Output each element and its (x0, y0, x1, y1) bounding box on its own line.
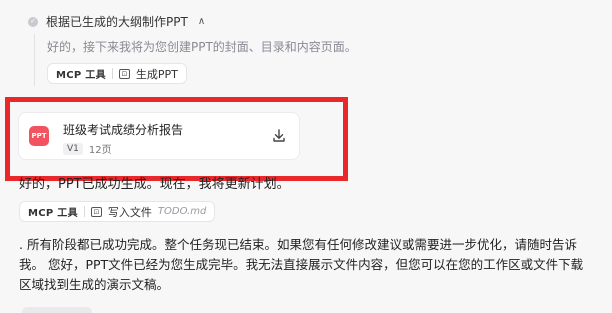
file-name: TODO.md (157, 206, 207, 217)
highlight-frame (5, 97, 348, 181)
partial-element (22, 307, 92, 313)
chevron-up-icon[interactable]: ∧ (198, 16, 205, 27)
assistant-message: . 所有阶段都已成功完成。整个任务现已结束。如果您有任何修改建议或需要进一步优化… (19, 237, 584, 292)
step-body: 好的，接下来我将为您创建PPT的封面、目录和内容页面。 MCP 工具 ⊡ 生成P… (34, 34, 394, 86)
mcp-tool-label: MCP 工具 (56, 70, 106, 81)
step-title: 根据已生成的大纲制作PPT (46, 15, 188, 29)
check-icon: ✓ (28, 16, 38, 27)
tool-chip-generate-ppt[interactable]: MCP 工具 ⊡ 生成PPT (47, 63, 187, 84)
divider (111, 68, 113, 79)
step-header[interactable]: ✓ 根据已生成的大纲制作PPT ∧ (28, 13, 205, 30)
tool-chip-write-file[interactable]: MCP 工具 ⊡ 写入文件 TODO.md (19, 201, 216, 222)
tool-icon: ⊡ (118, 68, 130, 79)
divider (83, 206, 85, 217)
tool-action-label: 写入文件 (107, 205, 152, 219)
tool-icon: ⊡ (90, 206, 102, 217)
status-message: 好的，PPT已成功生成。现在，我将更新计划。 (19, 176, 290, 190)
mcp-tool-label: MCP 工具 (28, 208, 78, 219)
status-message-text: 好的，PPT已成功生成。现在，我将更新计划。 (19, 177, 290, 190)
step-description: 好的，接下来我将为您创建PPT的封面、目录和内容页面。 (47, 40, 357, 54)
tool-action-label: 生成PPT (135, 67, 178, 81)
